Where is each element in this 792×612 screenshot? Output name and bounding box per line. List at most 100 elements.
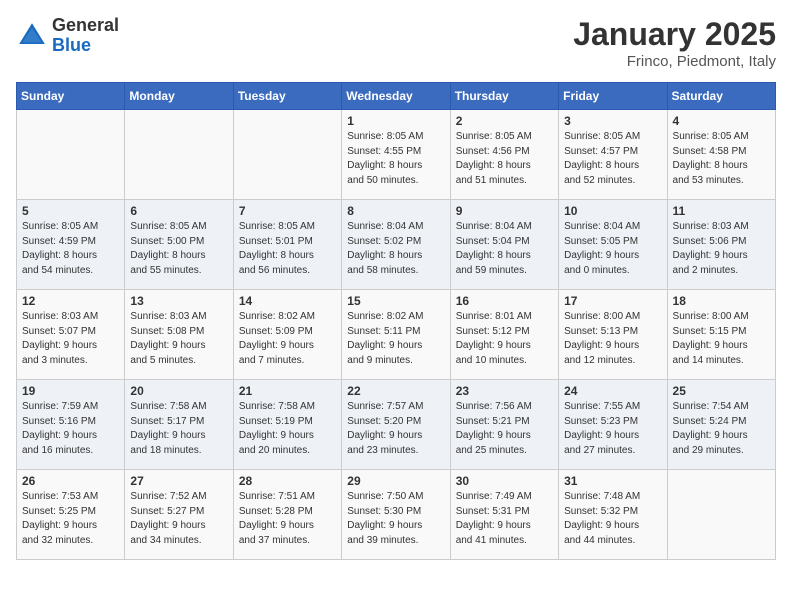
day-number: 6: [130, 204, 227, 218]
calendar-header: SundayMondayTuesdayWednesdayThursdayFrid…: [17, 83, 776, 110]
calendar-cell: 9 Sunrise: 8:04 AM Sunset: 5:04 PM Daylig…: [450, 200, 558, 290]
weekday-header-monday: Monday: [125, 83, 233, 110]
day-info: Sunrise: 8:05 AM Sunset: 4:58 PM Dayligh…: [673, 130, 770, 188]
day-number: 26: [22, 474, 119, 488]
day-info: Sunrise: 8:05 AM Sunset: 4:57 PM Dayligh…: [564, 130, 661, 188]
page-header: General Blue January 2025 Frinco, Piedmo…: [16, 16, 776, 70]
calendar-cell: 14Sunrise: 8:02 AM Sunset: 5:09 PM Dayli…: [233, 290, 341, 380]
title-block: January 2025 Frinco, Piedmont, Italy: [573, 16, 776, 70]
day-info: Sunrise: 7:48 AM Sunset: 5:32 PM Dayligh…: [564, 490, 661, 548]
day-info: Sunrise: 7:58 AM Sunset: 5:17 PM Dayligh…: [130, 400, 227, 458]
calendar-week-row: 19Sunrise: 7:59 AM Sunset: 5:16 PM Dayli…: [17, 380, 776, 470]
day-number: 18: [673, 294, 770, 308]
day-number: 4: [673, 114, 770, 128]
calendar-cell: 31 Sunrise: 7:48 AM Sunset: 5:32 PM Dayli…: [559, 470, 667, 560]
day-number: 25: [673, 384, 770, 398]
weekday-header-sunday: Sunday: [17, 83, 125, 110]
calendar-cell: 2 Sunrise: 8:05 AM Sunset: 4:56 PM Daylig…: [450, 110, 558, 200]
day-number: 31: [564, 474, 661, 488]
day-number: 19: [22, 384, 119, 398]
day-number: 13: [130, 294, 227, 308]
calendar-cell: 6 Sunrise: 8:05 AM Sunset: 5:00 PM Daylig…: [125, 200, 233, 290]
calendar-cell: 3 Sunrise: 8:05 AM Sunset: 4:57 PM Daylig…: [559, 110, 667, 200]
weekday-header-friday: Friday: [559, 83, 667, 110]
calendar-cell: 17Sunrise: 8:00 AM Sunset: 5:13 PM Dayli…: [559, 290, 667, 380]
calendar-cell: 28 Sunrise: 7:51 AM Sunset: 5:28 PM Dayli…: [233, 470, 341, 560]
day-number: 10: [564, 204, 661, 218]
calendar-cell: 19Sunrise: 7:59 AM Sunset: 5:16 PM Dayli…: [17, 380, 125, 470]
day-info: Sunrise: 7:54 AM Sunset: 5:24 PM Dayligh…: [673, 400, 770, 458]
calendar-cell: 8Sunrise: 8:04 AM Sunset: 5:02 PM Daylig…: [342, 200, 450, 290]
calendar-cell: [233, 110, 341, 200]
calendar-cell: 10 Sunrise: 8:04 AM Sunset: 5:05 PM Dayli…: [559, 200, 667, 290]
calendar-cell: 13Sunrise: 8:03 AM Sunset: 5:08 PM Dayli…: [125, 290, 233, 380]
day-info: Sunrise: 8:01 AM Sunset: 5:12 PM Dayligh…: [456, 310, 553, 368]
calendar-cell: 1Sunrise: 8:05 AM Sunset: 4:55 PM Daylig…: [342, 110, 450, 200]
day-info: Sunrise: 7:57 AM Sunset: 5:20 PM Dayligh…: [347, 400, 444, 458]
calendar-week-row: 12 Sunrise: 8:03 AM Sunset: 5:07 PM Dayli…: [17, 290, 776, 380]
calendar-cell: 21Sunrise: 7:58 AM Sunset: 5:19 PM Dayli…: [233, 380, 341, 470]
day-number: 28: [239, 474, 336, 488]
logo-text: General Blue: [52, 16, 119, 56]
calendar-cell: 12 Sunrise: 8:03 AM Sunset: 5:07 PM Dayli…: [17, 290, 125, 380]
calendar-cell: 11Sunrise: 8:03 AM Sunset: 5:06 PM Dayli…: [667, 200, 775, 290]
logo-general-text: General: [52, 16, 119, 36]
day-number: 11: [673, 204, 770, 218]
day-number: 27: [130, 474, 227, 488]
day-info: Sunrise: 8:02 AM Sunset: 5:11 PM Dayligh…: [347, 310, 444, 368]
day-number: 22: [347, 384, 444, 398]
day-info: Sunrise: 8:04 AM Sunset: 5:05 PM Dayligh…: [564, 220, 661, 278]
calendar-cell: 30 Sunrise: 7:49 AM Sunset: 5:31 PM Dayli…: [450, 470, 558, 560]
day-info: Sunrise: 7:51 AM Sunset: 5:28 PM Dayligh…: [239, 490, 336, 548]
calendar-cell: 22 Sunrise: 7:57 AM Sunset: 5:20 PM Dayli…: [342, 380, 450, 470]
day-number: 16: [456, 294, 553, 308]
calendar-cell: 18 Sunrise: 8:00 AM Sunset: 5:15 PM Dayli…: [667, 290, 775, 380]
calendar-cell: [667, 470, 775, 560]
day-info: Sunrise: 8:05 AM Sunset: 5:00 PM Dayligh…: [130, 220, 227, 278]
calendar-cell: 29Sunrise: 7:50 AM Sunset: 5:30 PM Dayli…: [342, 470, 450, 560]
calendar-table: SundayMondayTuesdayWednesdayThursdayFrid…: [16, 82, 776, 560]
calendar-cell: 4 Sunrise: 8:05 AM Sunset: 4:58 PM Daylig…: [667, 110, 775, 200]
calendar-cell: 25 Sunrise: 7:54 AM Sunset: 5:24 PM Dayli…: [667, 380, 775, 470]
day-number: 9: [456, 204, 553, 218]
day-number: 7: [239, 204, 336, 218]
day-number: 12: [22, 294, 119, 308]
calendar-week-row: 26 Sunrise: 7:53 AM Sunset: 5:25 PM Dayli…: [17, 470, 776, 560]
day-info: Sunrise: 8:00 AM Sunset: 5:15 PM Dayligh…: [673, 310, 770, 368]
logo: General Blue: [16, 16, 119, 56]
day-info: Sunrise: 7:49 AM Sunset: 5:31 PM Dayligh…: [456, 490, 553, 548]
weekday-header-row: SundayMondayTuesdayWednesdayThursdayFrid…: [17, 83, 776, 110]
day-info: Sunrise: 8:05 AM Sunset: 4:59 PM Dayligh…: [22, 220, 119, 278]
day-number: 3: [564, 114, 661, 128]
weekday-header-saturday: Saturday: [667, 83, 775, 110]
calendar-cell: [17, 110, 125, 200]
day-number: 8: [347, 204, 444, 218]
day-number: 2: [456, 114, 553, 128]
day-number: 30: [456, 474, 553, 488]
day-number: 20: [130, 384, 227, 398]
calendar-cell: 24 Sunrise: 7:55 AM Sunset: 5:23 PM Dayli…: [559, 380, 667, 470]
day-info: Sunrise: 7:58 AM Sunset: 5:19 PM Dayligh…: [239, 400, 336, 458]
weekday-header-thursday: Thursday: [450, 83, 558, 110]
day-number: 1: [347, 114, 444, 128]
day-info: Sunrise: 7:53 AM Sunset: 5:25 PM Dayligh…: [22, 490, 119, 548]
logo-blue-text: Blue: [52, 36, 119, 56]
day-info: Sunrise: 8:03 AM Sunset: 5:07 PM Dayligh…: [22, 310, 119, 368]
calendar-body: 1Sunrise: 8:05 AM Sunset: 4:55 PM Daylig…: [17, 110, 776, 560]
day-info: Sunrise: 8:00 AM Sunset: 5:13 PM Dayligh…: [564, 310, 661, 368]
day-info: Sunrise: 7:56 AM Sunset: 5:21 PM Dayligh…: [456, 400, 553, 458]
calendar-cell: [125, 110, 233, 200]
day-info: Sunrise: 7:52 AM Sunset: 5:27 PM Dayligh…: [130, 490, 227, 548]
day-info: Sunrise: 7:55 AM Sunset: 5:23 PM Dayligh…: [564, 400, 661, 458]
weekday-header-tuesday: Tuesday: [233, 83, 341, 110]
day-info: Sunrise: 7:50 AM Sunset: 5:30 PM Dayligh…: [347, 490, 444, 548]
day-info: Sunrise: 8:05 AM Sunset: 4:56 PM Dayligh…: [456, 130, 553, 188]
day-info: Sunrise: 8:04 AM Sunset: 5:04 PM Dayligh…: [456, 220, 553, 278]
day-info: Sunrise: 8:05 AM Sunset: 5:01 PM Dayligh…: [239, 220, 336, 278]
weekday-header-wednesday: Wednesday: [342, 83, 450, 110]
day-number: 14: [239, 294, 336, 308]
calendar-cell: 23 Sunrise: 7:56 AM Sunset: 5:21 PM Dayli…: [450, 380, 558, 470]
calendar-cell: 20 Sunrise: 7:58 AM Sunset: 5:17 PM Dayli…: [125, 380, 233, 470]
day-number: 24: [564, 384, 661, 398]
day-number: 23: [456, 384, 553, 398]
